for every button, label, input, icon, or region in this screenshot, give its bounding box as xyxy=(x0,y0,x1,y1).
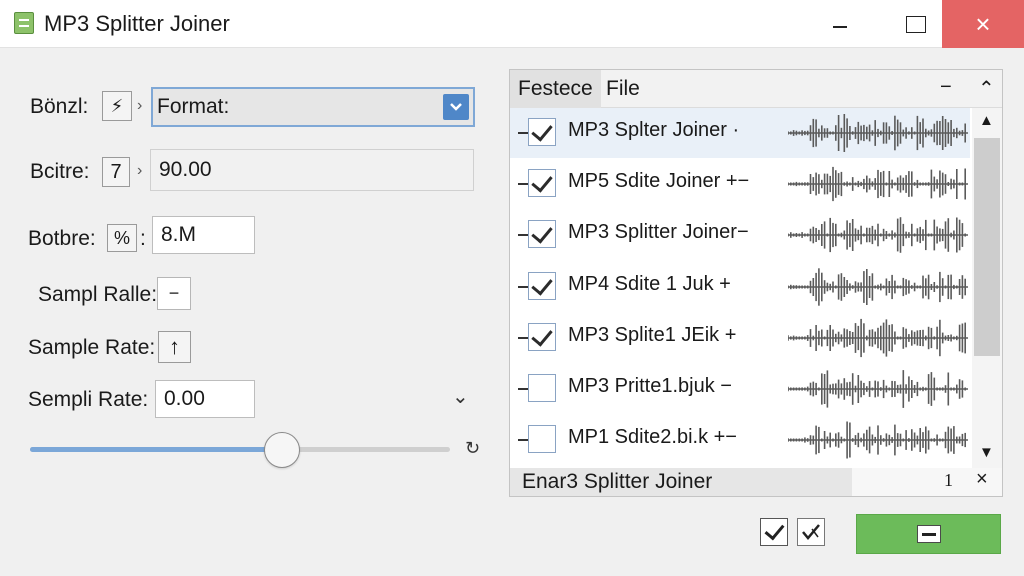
waveform xyxy=(787,265,968,314)
list-item[interactable]: MP4 Sdite 1 Juk + xyxy=(510,262,970,312)
row-label: MP3 Pritte1.bjuk − xyxy=(568,375,732,397)
bitrate-label-2: Bcitre: xyxy=(30,160,90,183)
bitrate-field[interactable]: 90.00 xyxy=(150,149,474,191)
row-label: MP5 Sdite Joiner +− xyxy=(568,170,750,192)
panel-menu-icon[interactable]: − xyxy=(940,76,952,99)
row-checkbox[interactable] xyxy=(528,323,556,351)
list-item[interactable]: MP3 Splite1 JEik + xyxy=(510,313,970,363)
channel-box[interactable]: 7 xyxy=(102,157,130,187)
sample-rate-label-2: Sample Rate: xyxy=(28,336,156,359)
row-label: MP1 Sdite2.bi.k +− xyxy=(568,426,737,448)
scroll-up-icon[interactable]: ▲ xyxy=(979,112,994,129)
chevron-down-icon[interactable]: ⌄ xyxy=(452,384,469,409)
row-label: MP3 Splitter Joiner− xyxy=(568,221,749,243)
title-bar: MP3 Splitter Joiner × xyxy=(0,0,1024,48)
size-field[interactable]: 8.M xyxy=(152,216,255,254)
row-dash xyxy=(518,388,528,390)
list-item[interactable]: MP3 Splitter Joiner− xyxy=(510,210,970,260)
row-dash xyxy=(518,337,528,339)
colon-text: : xyxy=(140,227,146,250)
row-checkbox[interactable] xyxy=(528,272,556,300)
row-label: MP3 Splter Joiner · xyxy=(568,119,740,141)
list-item[interactable]: MP3 Pritte1.bjuk − xyxy=(510,364,970,414)
format-select[interactable]: Format: xyxy=(151,87,475,127)
row-dash xyxy=(518,286,528,288)
panel-footer: Enar3 Splitter Joiner 1 × xyxy=(510,468,1002,496)
row-label: MP4 Sdite 1 Juk + xyxy=(568,273,731,295)
list-item[interactable]: MP5 Sdite Joiner +− xyxy=(510,159,970,209)
minus-button[interactable]: − xyxy=(157,277,191,310)
minimize-icon xyxy=(833,26,847,28)
list-item[interactable]: MP1 Sdite2.bi.k +− xyxy=(510,415,970,465)
percent-icon[interactable]: % xyxy=(107,224,137,252)
file-count: 1 xyxy=(944,470,953,490)
chevron-right-icon: › xyxy=(137,162,143,179)
row-checkbox[interactable] xyxy=(528,118,556,146)
lightning-icon[interactable]: ⚡ xyxy=(102,91,132,121)
arrow-up-button[interactable]: ↑ xyxy=(158,331,191,363)
collapse-icon[interactable]: ⌃ xyxy=(978,76,995,101)
slider-fill xyxy=(30,447,282,452)
bottom-rate-label: Botbre: xyxy=(28,227,96,250)
waveform xyxy=(787,418,968,467)
row-dash xyxy=(518,183,528,185)
waveform xyxy=(787,162,968,211)
row-checkbox[interactable] xyxy=(528,169,556,197)
sample-rate-field[interactable]: 0.00 xyxy=(155,380,255,418)
slider-thumb[interactable] xyxy=(264,432,300,468)
partial-check-icon[interactable] xyxy=(797,518,825,546)
panel-header: Festece File − ⌃ xyxy=(510,70,1002,108)
file-list-panel: Festece File − ⌃ MP3 Splter Joiner · MP5 … xyxy=(509,69,1003,497)
close-button[interactable]: × xyxy=(942,0,1024,48)
restore-icon xyxy=(906,15,926,33)
window-title: MP3 Splitter Joiner xyxy=(44,11,230,36)
waveform xyxy=(787,213,968,262)
restore-button[interactable] xyxy=(888,0,944,48)
tab-file[interactable]: File xyxy=(598,70,648,108)
row-checkbox[interactable] xyxy=(528,374,556,402)
chevron-right-icon: › xyxy=(137,97,143,114)
list-scrollbar[interactable]: ▲ ▼ xyxy=(972,108,1002,468)
format-select-value: Format: xyxy=(157,95,230,118)
row-label: MP3 Splite1 JEik + xyxy=(568,324,737,346)
app-icon xyxy=(14,12,34,34)
waveform xyxy=(787,367,968,416)
waveform xyxy=(787,316,968,365)
bitrate-label: Bönzl: xyxy=(30,95,89,118)
tab-festece[interactable]: Festece xyxy=(510,70,601,108)
row-checkbox[interactable] xyxy=(528,425,556,453)
scroll-down-icon[interactable]: ▼ xyxy=(979,444,994,461)
sample-rate-label-1: Sampl Ralle: xyxy=(38,283,158,306)
sample-rate-label-3: Sempli Rate: xyxy=(28,388,149,411)
row-dash xyxy=(518,132,528,134)
row-checkbox[interactable] xyxy=(528,220,556,248)
row-dash xyxy=(518,234,528,236)
waveform xyxy=(787,111,968,160)
minimize-button[interactable] xyxy=(812,0,868,48)
confirm-checkbox[interactable] xyxy=(760,518,788,546)
footer-close-icon[interactable]: × xyxy=(976,468,988,491)
minus-icon xyxy=(916,525,941,543)
slider-track[interactable] xyxy=(30,447,450,452)
output-name-field[interactable]: Enar3 Splitter Joiner xyxy=(510,468,852,496)
split-join-button[interactable] xyxy=(856,514,1001,554)
scroll-thumb[interactable] xyxy=(974,138,1000,356)
list-item[interactable]: MP3 Splter Joiner · xyxy=(510,108,970,158)
row-dash xyxy=(518,439,528,441)
chevron-down-icon[interactable] xyxy=(443,94,469,120)
refresh-icon[interactable]: ↻ xyxy=(465,438,480,459)
